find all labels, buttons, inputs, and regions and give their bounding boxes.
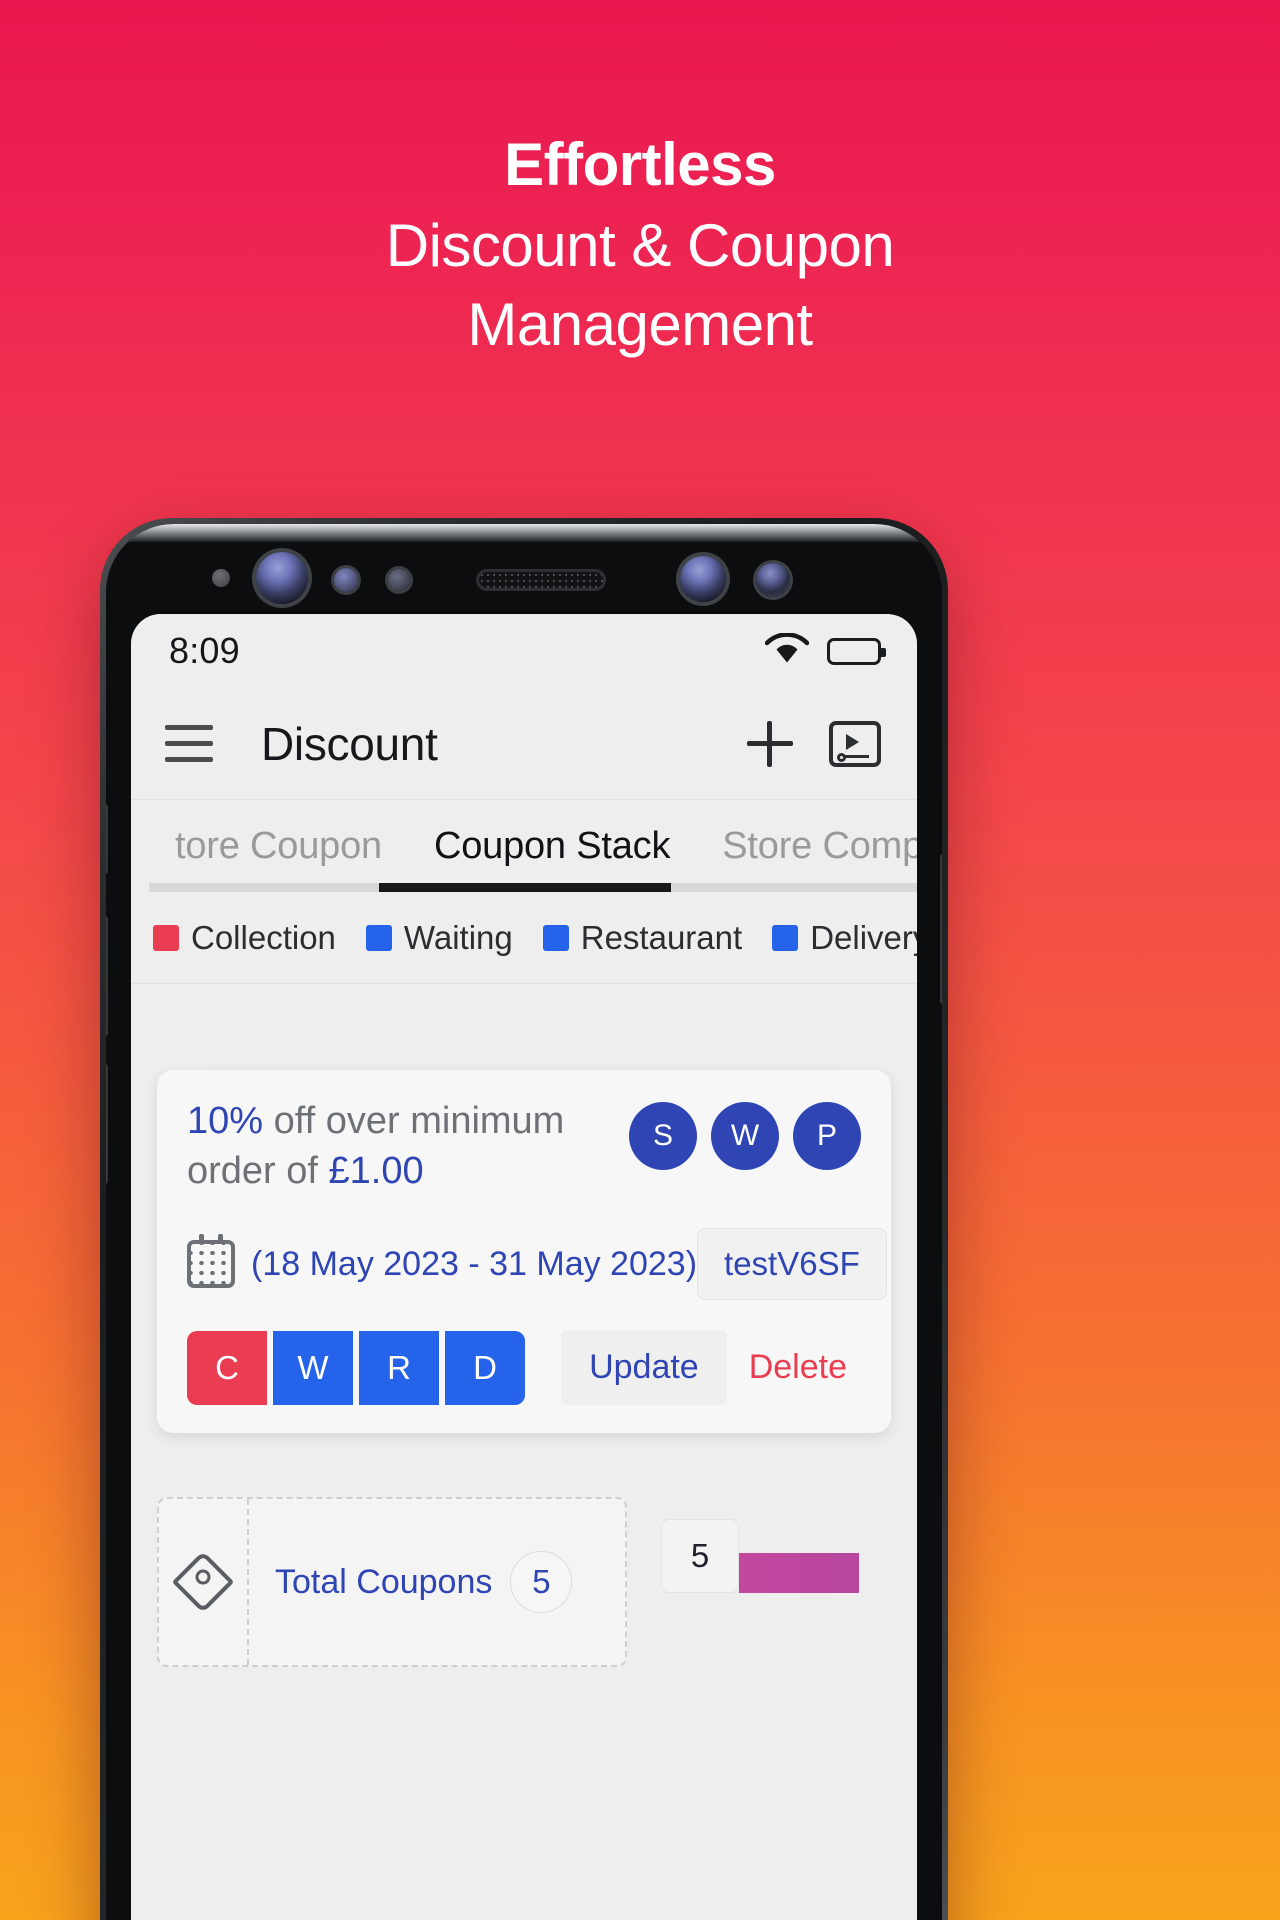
total-coupons-body: Total Coupons 5 [249,1551,625,1614]
avatar-w[interactable]: W [711,1102,779,1170]
proximity-sensor-icon [212,569,230,587]
hamburger-menu-icon[interactable] [165,725,213,762]
coupon-minimum-order: £1.00 [328,1150,424,1193]
update-button[interactable]: Update [561,1330,727,1406]
secondary-camera-icon [680,556,726,602]
legend-label-waiting: Waiting [403,918,513,956]
total-coupons-count: 5 [510,1551,573,1614]
legend-item-restaurant: Restaurant [542,918,743,957]
coupon-date-group: (18 May 2023 - 31 May 2023) [187,1234,698,1289]
side-widget-count: 5 [661,1519,739,1594]
total-coupons-icon-box [159,1499,249,1666]
hero-headline: Effortless Discount & Coupon Management [0,130,1280,360]
hero-line-2: Discount & Coupon [385,211,895,279]
light-sensor-icon [388,569,410,591]
calendar-icon [187,1234,235,1289]
phone-button-top-left[interactable] [106,804,108,874]
side-widget-bar [739,1553,859,1594]
coupon-stack: 10% off over minimum order of £1.00 S W … [157,1070,891,1434]
coupon-list: 10% off over minimum order of £1.00 S W … [131,984,917,1920]
coupon-offer-text: 10% off over minimum order of £1.00 [187,1096,609,1196]
page-title: Discount [261,717,438,770]
legend-label-collection: Collection [191,918,336,956]
coupon-date-range: (18 May 2023 - 31 May 2023) [251,1244,698,1283]
plus-icon[interactable] [747,720,793,767]
tab-bar: tore Coupon Coupon Stack Store Compl [131,800,917,892]
badge-delivery[interactable]: D [445,1330,525,1405]
hero-line-1: Effortless [504,131,776,198]
summary-row: Total Coupons 5 5 [157,1497,891,1668]
phone-mockup: 8:09 Discount tore Coupon Coupon Stack S… [100,518,948,1920]
coupon-type-badges: C W R D [187,1330,525,1405]
earpiece-speaker-icon [476,569,606,591]
total-coupons-label: Total Coupons [275,1562,493,1601]
coupon-card[interactable]: 10% off over minimum order of £1.00 S W … [157,1070,891,1434]
coupon-card-meta: (18 May 2023 - 31 May 2023) testV6SF [187,1228,887,1301]
coupon-card-header: 10% off over minimum order of £1.00 S W … [187,1096,861,1196]
coupon-card-actions: Update Delete [561,1330,861,1406]
phone-top-bevel [106,524,942,542]
tab-coupon-stack[interactable]: Coupon Stack [408,825,696,868]
coupon-avatars: S W P [629,1096,861,1170]
avatar-s[interactable]: S [629,1102,697,1170]
legend-swatch-restaurant [542,924,569,951]
tab-indicator-track [149,883,917,892]
status-bar: 8:09 [131,614,917,688]
phone-volume-down-button[interactable] [106,1064,108,1184]
status-bar-icons [764,631,886,670]
secondary-sensor-icon [756,563,790,597]
promo-screenshot: Effortless Discount & Coupon Management [0,0,1280,1920]
app-screen: 8:09 Discount tore Coupon Coupon Stack S… [131,614,917,1920]
legend-item-waiting: Waiting [365,918,513,957]
app-bar-actions [747,720,881,767]
coupon-discount-value: 10% [187,1100,264,1142]
legend-swatch-delivery [772,924,799,951]
legend-label-delivery: Delivery [810,918,917,956]
iris-sensor-icon [334,568,358,592]
coupon-card-footer: C W R D Update Delete [187,1330,861,1406]
tab-store-complimentary[interactable]: Store Compl [696,825,917,868]
total-coupons-card[interactable]: Total Coupons 5 [157,1497,627,1668]
video-tutorial-icon[interactable] [829,720,881,767]
legend-bar: Collection Waiting Restaurant Delivery [131,892,917,984]
hero-line-3: Management [467,290,813,358]
wifi-icon [764,631,810,670]
side-widget: 5 [661,1497,859,1594]
app-bar: Discount [131,688,917,800]
front-camera-icon [256,552,308,604]
phone-sensor-bar [106,542,942,614]
legend-swatch-waiting [365,924,392,951]
delete-button[interactable]: Delete [735,1330,861,1405]
coupon-code-chip[interactable]: testV6SF [697,1228,887,1301]
badge-collection[interactable]: C [187,1330,267,1405]
phone-volume-up-button[interactable] [106,916,108,1036]
badge-waiting[interactable]: W [273,1330,353,1405]
legend-item-collection: Collection [153,919,336,957]
battery-icon [827,637,886,665]
legend-item-delivery: Delivery [772,919,917,957]
status-bar-clock: 8:09 [169,630,240,671]
phone-power-button[interactable] [940,854,942,1004]
tab-store-coupon[interactable]: tore Coupon [149,825,408,868]
legend-label-restaurant: Restaurant [580,918,743,956]
legend-swatch-collection [153,924,179,951]
coupon-tag-icon [171,1551,235,1614]
tab-indicator-thumb [379,883,672,892]
badge-restaurant[interactable]: R [359,1330,439,1405]
avatar-p[interactable]: P [793,1102,861,1170]
